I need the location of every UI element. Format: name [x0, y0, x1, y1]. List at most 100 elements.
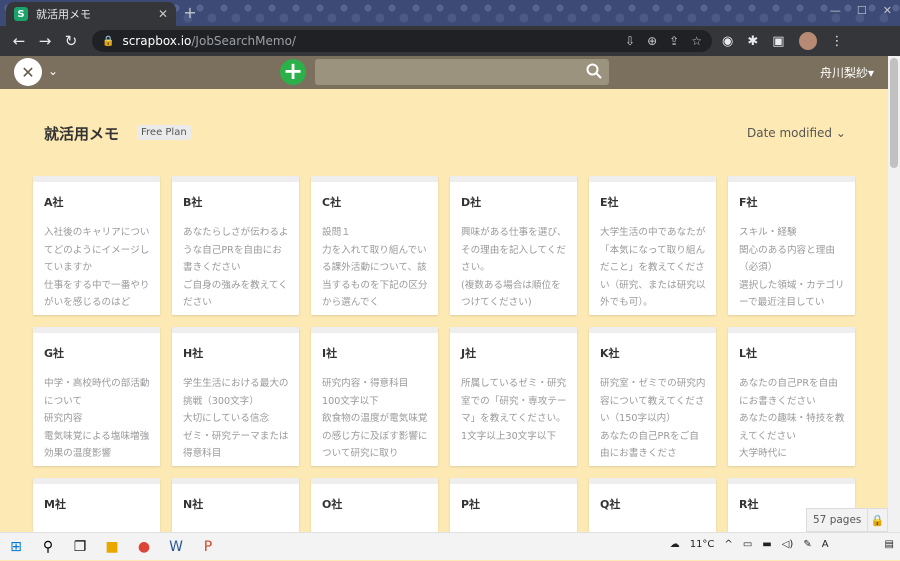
window-close-button[interactable]: ✕ [883, 4, 892, 17]
page-card[interactable]: H社 学生生活における最大の挑戦（300文字） 大切にしている信念 ゼミ・研究テー… [172, 327, 299, 466]
page-card[interactable]: J社 所属しているゼミ・研究室での「研究・専攻テーマ」を教えてください。1文字以上… [450, 327, 577, 466]
page-card[interactable]: L社あなたの自己PRを自由にお書きください あなたの趣味・特技を教えてください … [728, 327, 855, 466]
zoom-icon[interactable]: ⊕ [647, 34, 657, 48]
page-card[interactable]: G社中学・高校時代の部活動について 研究内容 電気味覚による塩味増強効果の温度影… [33, 327, 160, 466]
project-menu-chevron-down-icon[interactable]: ⌄ [48, 64, 58, 78]
page-card-excerpt: 研究室・ゼミでの研究内容について教えてください（150字以内） あなたの自己PR… [600, 378, 706, 459]
tray-overflow-icon[interactable]: ^ [724, 539, 732, 550]
weather-temperature[interactable]: 11°C [690, 539, 715, 550]
scrollbar-thumb[interactable] [890, 58, 898, 168]
plan-badge: Free Plan [137, 125, 191, 140]
page-card-title: Q社 [600, 498, 621, 511]
page-card[interactable]: O社 [311, 478, 438, 532]
page-card-excerpt: スキル・経験 関心のある内容と理由（必須） 選択した領域・カテゴリーで最近注目し… [739, 227, 845, 308]
scrapbox-favicon-icon: S [14, 7, 28, 21]
page-card[interactable]: A社 入社後のキャリアについてどのようにイメージしていますか 仕事をする中で一番や… [33, 176, 160, 315]
page-card-title: H社 [183, 347, 204, 360]
page-card-excerpt: 大学生活の中であなたが「本気になって取り組んだこと」を教えてください（研究、また… [600, 227, 706, 308]
page-card-title: O社 [322, 498, 343, 511]
vertical-scrollbar[interactable] [888, 56, 900, 532]
forward-arrow-icon[interactable]: → [32, 32, 58, 50]
user-menu[interactable]: 舟川梨紗▾ [820, 64, 874, 81]
page-card[interactable]: E社大学生活の中であなたが「本気になって取り組んだこと」を教えてください（研究、… [589, 176, 716, 315]
search-input[interactable] [315, 59, 609, 85]
page-card[interactable]: B社あなたらしさが伝わるような自己PRを自由にお書きください ご自身の強みを教え… [172, 176, 299, 315]
tab-title: 就活用メモ [36, 8, 91, 21]
page-card-title: B社 [183, 196, 203, 209]
profile-avatar[interactable] [798, 32, 817, 50]
page-list-area: 就活用メモ Free Plan Date modified ⌄ A社 入社後のキャ… [0, 89, 888, 532]
page-card[interactable]: Q社 [589, 478, 716, 532]
maximize-button[interactable]: ☐ [857, 4, 867, 17]
windows-start-icon[interactable]: ⊞ [0, 533, 32, 561]
page-card-title: F社 [739, 196, 758, 209]
lock-icon[interactable]: 🔒 [868, 514, 887, 527]
page-card[interactable]: M社 [33, 478, 160, 532]
page-count: 57 pages [807, 509, 869, 531]
search-icon[interactable]: ⚲ [32, 533, 64, 561]
tab-close-icon[interactable]: ✕ [158, 7, 168, 21]
bookmark-star-icon[interactable]: ☆ [691, 34, 702, 48]
install-app-icon[interactable]: ⇩ [625, 34, 635, 48]
side-panel-icon[interactable]: ▣ [772, 34, 784, 49]
system-tray: ☁ 11°C ^ ▭ ▬ ◁) ✎ A ▤ [670, 539, 894, 550]
battery-icon[interactable]: ▬ [762, 539, 771, 550]
page-card[interactable]: P社 [450, 478, 577, 532]
page-card-excerpt: あなたらしさが伝わるような自己PRを自由にお書きください ご自身の強みを教えてく… [183, 227, 289, 308]
share-icon[interactable]: ⇪ [669, 34, 679, 48]
browser-menu-icon[interactable]: ⋮ [831, 34, 844, 49]
ime-indicator[interactable]: A [822, 539, 829, 550]
page-card-excerpt: 入社後のキャリアについてどのようにイメージしていますか 仕事をする中で一番やりが… [44, 227, 150, 308]
page-card-title: K社 [600, 347, 620, 360]
new-page-button[interactable]: + [280, 59, 306, 85]
window-controls: — ☐ ✕ [830, 4, 892, 17]
page-card-excerpt: あなたの自己PRを自由にお書きください あなたの趣味・特技を教えてください 大学… [739, 378, 845, 459]
word-icon[interactable]: W [160, 533, 192, 561]
page-card[interactable]: K社研究室・ゼミでの研究内容について教えてください（150字以内） あなたの自己… [589, 327, 716, 466]
lock-icon: 🔒 [102, 35, 115, 47]
pen-icon[interactable]: ✎ [803, 539, 811, 550]
app-header: ✕ ⌄ + 舟川梨紗▾ [0, 56, 888, 89]
page-card-title: G社 [44, 347, 65, 360]
page-card[interactable]: F社スキル・経験 関心のある内容と理由（必須） 選択した領域・カテゴリーで最近注… [728, 176, 855, 315]
weather-icon[interactable]: ☁ [670, 539, 680, 550]
page-card-excerpt: 中学・高校時代の部活動について 研究内容 電気味覚による塩味増強効果の温度影響 [44, 378, 150, 459]
address-bar[interactable]: 🔒 scrapbox.io /JobSearchMemo/ ⇩ ⊕ ⇪ ☆ [92, 30, 712, 52]
search-icon[interactable] [586, 63, 602, 79]
page-card-title: E社 [600, 196, 619, 209]
network-icon[interactable]: ▭ [743, 539, 752, 550]
page-card-excerpt: 興味がある仕事を選び、その理由を記入してください。 (複数ある場合は順位をつけて… [461, 227, 567, 308]
project-title[interactable]: 就活用メモ [44, 123, 119, 144]
page-card[interactable]: C社設問１ 力を入れて取り組んでいる課外活動について、該当するものを下記の区分か… [311, 176, 438, 315]
page-card-title: J社 [461, 347, 477, 360]
page-card-title: I社 [322, 347, 338, 360]
volume-icon[interactable]: ◁) [782, 539, 794, 550]
page-card-excerpt: 研究内容・得意科目 100文字以下 飲食物の温度が電気味覚の感じ方に及ぼす影響に… [322, 378, 428, 459]
file-explorer-icon[interactable]: ■ [96, 533, 128, 561]
reload-icon[interactable]: ↻ [58, 32, 84, 50]
extension-icon[interactable]: ◉ [722, 34, 733, 49]
browser-toolbar: ← → ↻ 🔒 scrapbox.io /JobSearchMemo/ ⇩ ⊕ … [0, 26, 900, 56]
page-card-title: N社 [183, 498, 204, 511]
page-count-widget: 57 pages 🔒 [806, 508, 888, 532]
page-card[interactable]: I社研究内容・得意科目 100文字以下 飲食物の温度が電気味覚の感じ方に及ぼす影… [311, 327, 438, 466]
powerpoint-icon[interactable]: P [192, 533, 224, 561]
page-card[interactable]: N社 [172, 478, 299, 532]
scrapbox-logo-icon[interactable]: ✕ [14, 58, 42, 86]
url-path: /JobSearchMemo/ [191, 34, 296, 48]
minimize-button[interactable]: — [830, 4, 841, 17]
new-tab-button[interactable]: + [181, 4, 199, 22]
browser-tab[interactable]: S 就活用メモ ✕ [6, 2, 176, 26]
back-arrow-icon[interactable]: ← [6, 32, 32, 50]
page-card-title: L社 [739, 347, 758, 360]
page-card-title: P社 [461, 498, 481, 511]
page-card-title: C社 [322, 196, 342, 209]
page-card-title: D社 [461, 196, 482, 209]
notification-icon[interactable]: ▤ [885, 539, 894, 550]
puzzle-extensions-icon[interactable]: ✱ [747, 34, 758, 49]
sort-dropdown[interactable]: Date modified ⌄ [747, 126, 846, 140]
task-view-icon[interactable]: ❐ [64, 533, 96, 561]
chrome-icon[interactable]: ● [128, 533, 160, 561]
page-card-excerpt: 設問１ 力を入れて取り組んでいる課外活動について、該当するものを下記の区分から選… [322, 227, 428, 308]
page-card[interactable]: D社興味がある仕事を選び、その理由を記入してください。 (複数ある場合は順位をつ… [450, 176, 577, 315]
